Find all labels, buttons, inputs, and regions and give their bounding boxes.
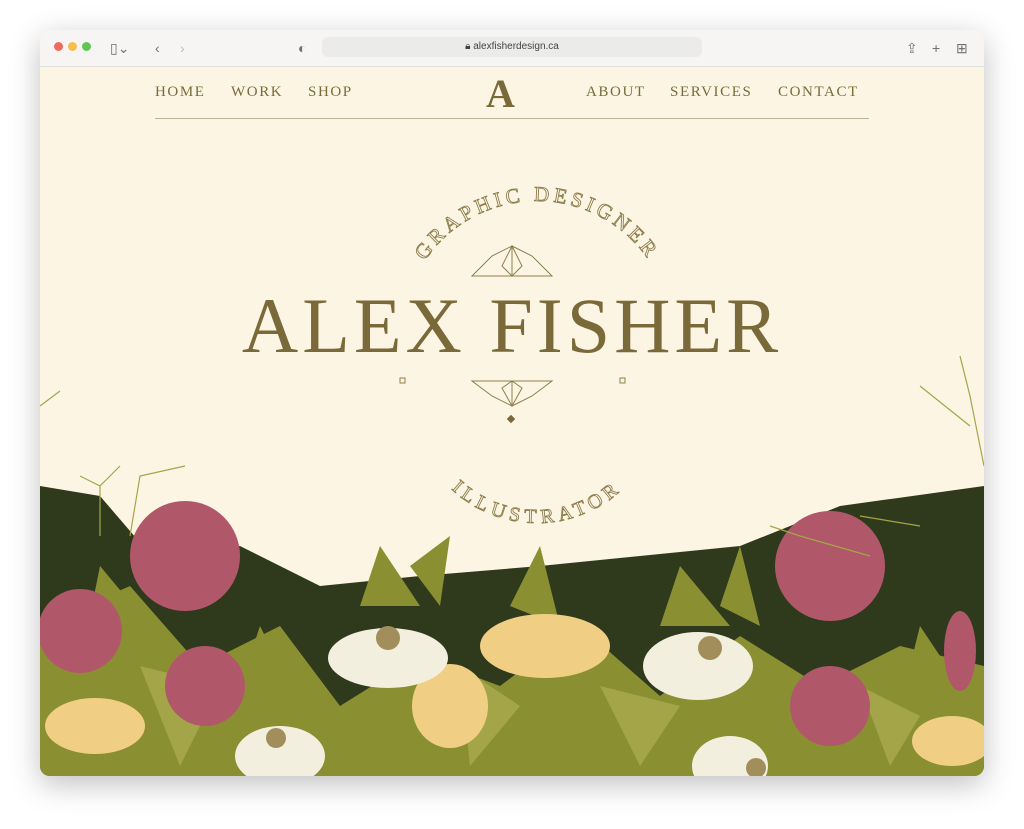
flower-illustration: GRAPHIC DESIGNER ILLUSTRATOR (40, 181, 984, 776)
share-icon[interactable]: ⇪ (906, 38, 918, 58)
address-bar[interactable]: 🔒︎ alexfisherdesign.ca (322, 37, 702, 57)
sidebar-icon[interactable]: ▯⌄ (110, 38, 129, 58)
browser-window: ▯⌄ ‹ › ◐ 🔒︎ alexfisherdesign.ca ⇪ + ⊞ GR… (40, 30, 984, 776)
lock-icon: 🔒︎ (465, 41, 471, 52)
url-text: alexfisherdesign.ca (473, 41, 559, 52)
nav-divider (155, 118, 869, 119)
bottom-arc-text: ILLUSTRATOR (448, 476, 626, 528)
nav-about[interactable]: ABOUT (586, 84, 646, 101)
tab-overview-icon[interactable]: ⊞ (956, 38, 968, 58)
nav-services[interactable]: SERVICES (670, 84, 752, 101)
new-tab-icon[interactable]: + (932, 38, 940, 58)
shield-icon[interactable]: ◐ (298, 38, 306, 58)
nav-home[interactable]: HOME (155, 84, 206, 101)
page: GRAPHIC DESIGNER ILLUSTRATOR HOME WORK S… (40, 66, 984, 776)
forward-icon[interactable]: › (180, 38, 185, 58)
close-button[interactable] (54, 42, 63, 51)
back-icon[interactable]: ‹ (155, 38, 160, 58)
nav-contact[interactable]: CONTACT (778, 84, 859, 101)
hero-title: ALEX FISHER (241, 282, 783, 369)
nav-shop[interactable]: SHOP (308, 84, 353, 101)
maximize-button[interactable] (82, 42, 91, 51)
top-arc-text: GRAPHIC DESIGNER (409, 182, 664, 264)
browser-toolbar: ▯⌄ ‹ › ◐ 🔒︎ alexfisherdesign.ca ⇪ + ⊞ (40, 30, 984, 67)
nav-work[interactable]: WORK (231, 84, 283, 101)
minimize-button[interactable] (68, 42, 77, 51)
logo[interactable]: A (486, 70, 515, 117)
